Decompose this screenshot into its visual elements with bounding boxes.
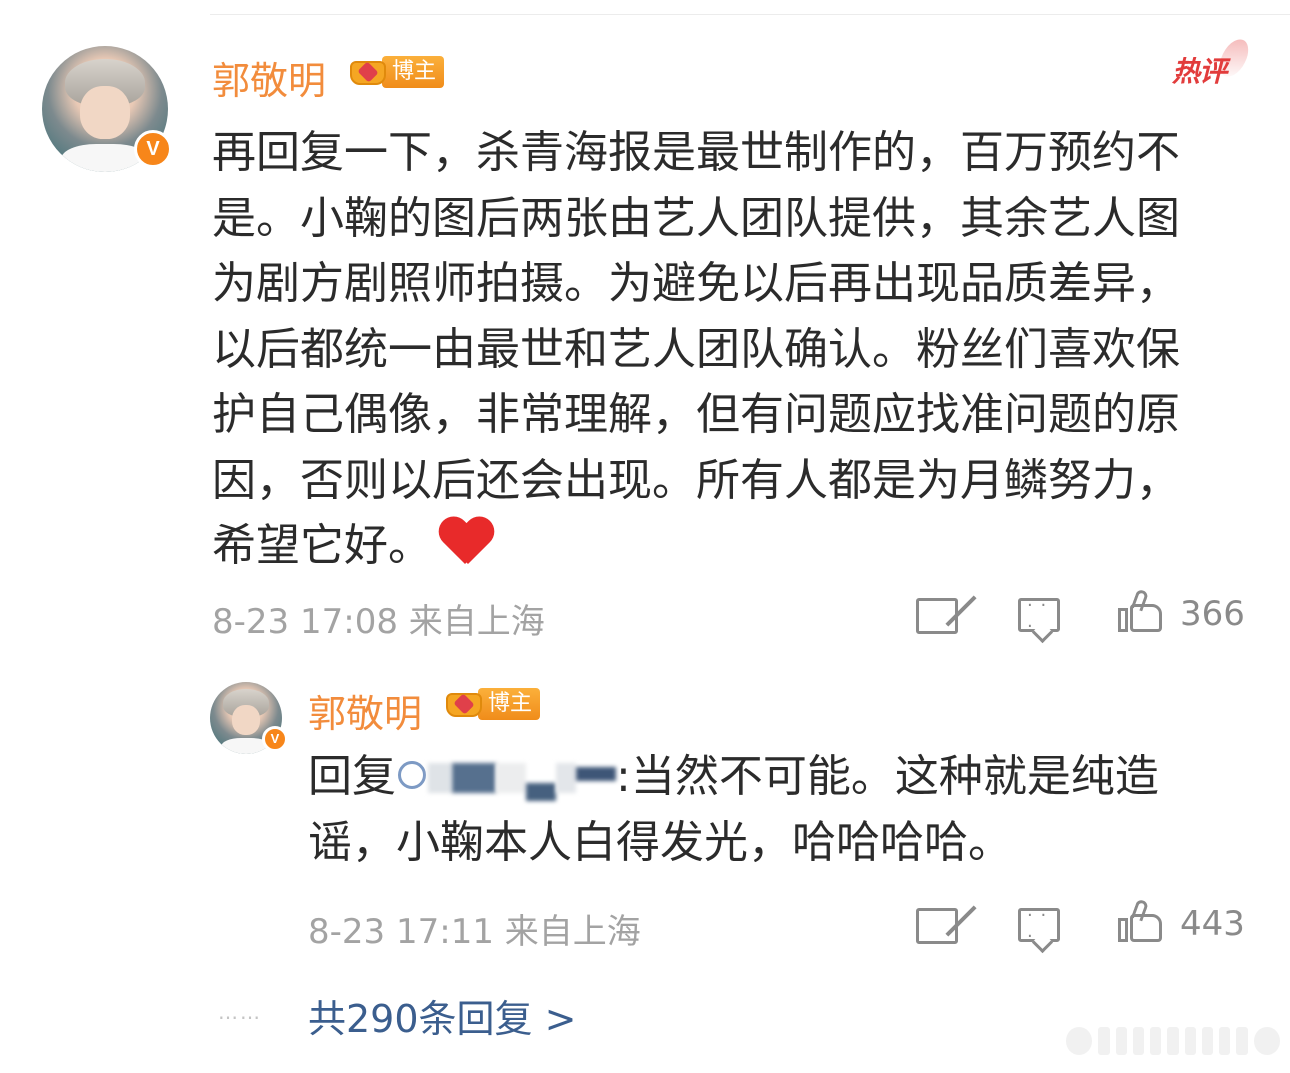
reply-text-line: 回复 :当然不可能。这种就是纯造 [308, 744, 1238, 810]
redacted-username [526, 783, 556, 801]
blogger-badge: 博主 [444, 685, 541, 723]
comment-username[interactable]: 郭敬明 [212, 50, 326, 105]
share-icon [916, 598, 958, 634]
comment-location: 来自上海 [408, 602, 545, 642]
comment-text-tail: 希望它好。 [212, 520, 432, 571]
reply-text-line1: :当然不可能。这种就是纯造 [616, 751, 1159, 802]
watermark [1066, 1022, 1280, 1060]
view-more-replies-link[interactable]: 共290条回复 > [308, 988, 576, 1043]
reply-text: 回复 :当然不可能。这种就是纯造 谣，小鞠本人白得发光，哈哈哈哈。 [308, 744, 1238, 876]
like-button[interactable] [1118, 588, 1162, 632]
share-icon [916, 908, 958, 944]
comment-text-line: 为剧方剧照师拍摄。为避免以后再出现品质差异， [212, 258, 1180, 309]
thumbs-up-icon [1118, 588, 1162, 632]
comment-text: 再回复一下，杀青海报是最世制作的，百万预约不 是。小鞠的图后两张由艺人团队提供，… [212, 120, 1242, 579]
redacted-username [452, 763, 496, 793]
comment-icon [1018, 595, 1060, 637]
blogger-badge: 博主 [348, 53, 445, 91]
comment-meta: 8-23 17:08 来自上海 [212, 594, 545, 643]
heart-icon [438, 518, 492, 566]
reply-repost-button[interactable] [916, 908, 958, 944]
redacted-username [576, 767, 616, 781]
reply-meta: 8-23 17:11 来自上海 [308, 904, 641, 953]
crown-icon [444, 685, 484, 723]
verified-badge-icon: V [262, 726, 288, 752]
reply-like-button[interactable] [1118, 898, 1162, 942]
repost-button[interactable] [916, 598, 958, 634]
comment-icon [1018, 905, 1060, 947]
like-count: 366 [1180, 594, 1245, 634]
reply-avatar[interactable]: V [210, 682, 288, 754]
avatar[interactable]: V [42, 46, 172, 172]
reply-location: 来自上海 [504, 912, 641, 952]
thumbs-up-icon [1118, 898, 1162, 942]
hot-comment-label: 热评 [1172, 55, 1227, 88]
reply-prefix: 回复 [308, 751, 396, 802]
reply-time: 8-23 17:11 [308, 912, 494, 952]
reply-button[interactable] [1018, 595, 1060, 637]
comment-text-line: 希望它好。 [212, 513, 1242, 579]
comment-text-line: 以后都统一由最世和艺人团队确认。粉丝们喜欢保 [212, 323, 1180, 375]
reply-text-line2: 谣，小鞠本人白得发光，哈哈哈哈。 [308, 817, 1012, 868]
comment-text-line: 再回复一下，杀青海报是最世制作的，百万预约不 [212, 127, 1180, 178]
at-mention-icon [398, 761, 426, 789]
reply-reply-button[interactable] [1018, 905, 1060, 947]
comment-text-line: 是。小鞠的图后两张由艺人团队提供，其余艺人图 [212, 192, 1180, 244]
redacted-username [556, 763, 576, 793]
redacted-username [428, 763, 452, 793]
reply-like-count: 443 [1180, 904, 1245, 944]
comment-time: 8-23 17:08 [212, 602, 398, 642]
blogger-badge-label: 博主 [382, 56, 445, 88]
reply-username[interactable]: 郭敬明 [308, 683, 422, 738]
blogger-badge-label: 博主 [478, 688, 541, 720]
more-dots: …… [218, 1000, 262, 1024]
crown-icon [348, 53, 388, 91]
comment-text-line: 护自己偶像，非常理解，但有问题应找准问题的原 [212, 389, 1180, 440]
verified-badge-icon: V [134, 130, 172, 168]
top-divider [210, 14, 1290, 15]
redacted-username [496, 763, 526, 793]
comment-text-line: 因，否则以后还会出现。所有人都是为月鳞努力， [212, 454, 1180, 506]
